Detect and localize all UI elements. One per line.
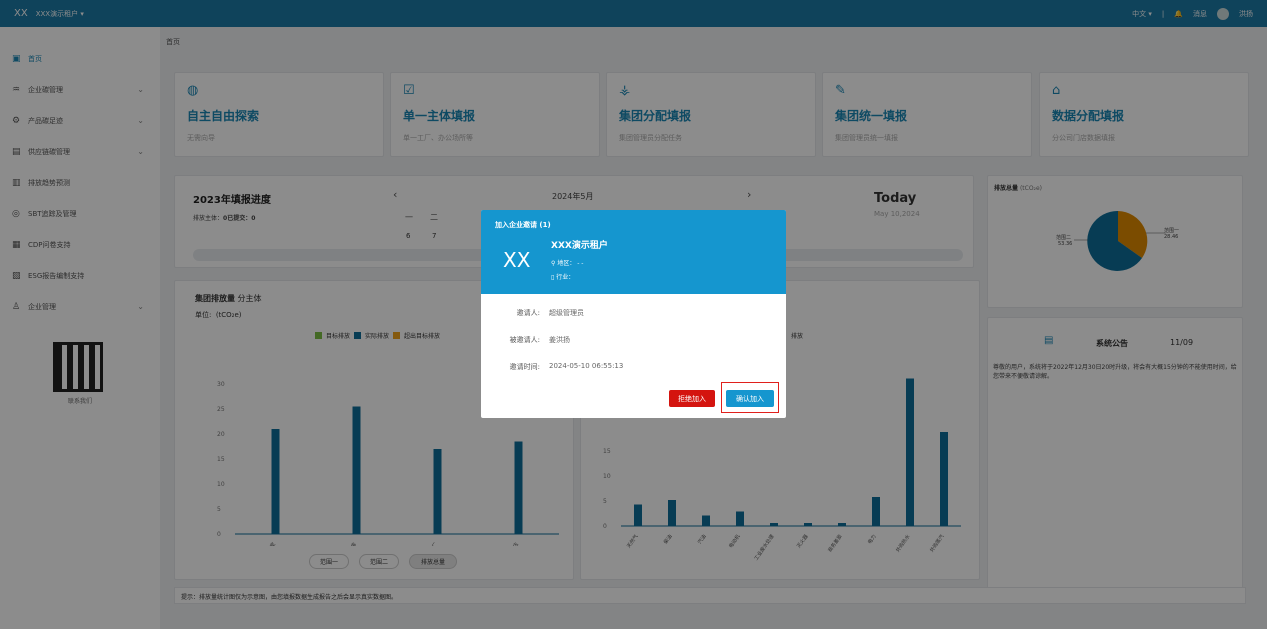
enterprise-name: XXX演示租户 [551,241,608,251]
dialog-header: 加入企业邀请 (1) XX XXX演示租户 ⚲ 地区： - - ▯ 行业： [481,210,786,294]
invite-time-label: 邀请时间: [509,363,540,371]
inviter-value: 超级管理员 [549,309,584,317]
inviter-label: 邀请人: [516,309,540,317]
dialog-title: 加入企业邀请 (1) [495,221,551,229]
invitee-value: 姜洪扬 [549,336,570,344]
enterprise-logo: XX [503,248,531,272]
enterprise-industry: ▯ 行业： [551,274,575,281]
reject-button[interactable]: 拒绝加入 [669,390,715,407]
invite-time-value: 2024-05-10 06:55:13 [549,362,624,370]
enterprise-region: ⚲ 地区： - - [551,260,584,267]
confirm-join-button[interactable]: 确认加入 [726,390,774,407]
invitee-label: 被邀请人: [509,336,540,344]
join-enterprise-dialog: 加入企业邀请 (1) XX XXX演示租户 ⚲ 地区： - - ▯ 行业： 邀请… [481,210,786,418]
